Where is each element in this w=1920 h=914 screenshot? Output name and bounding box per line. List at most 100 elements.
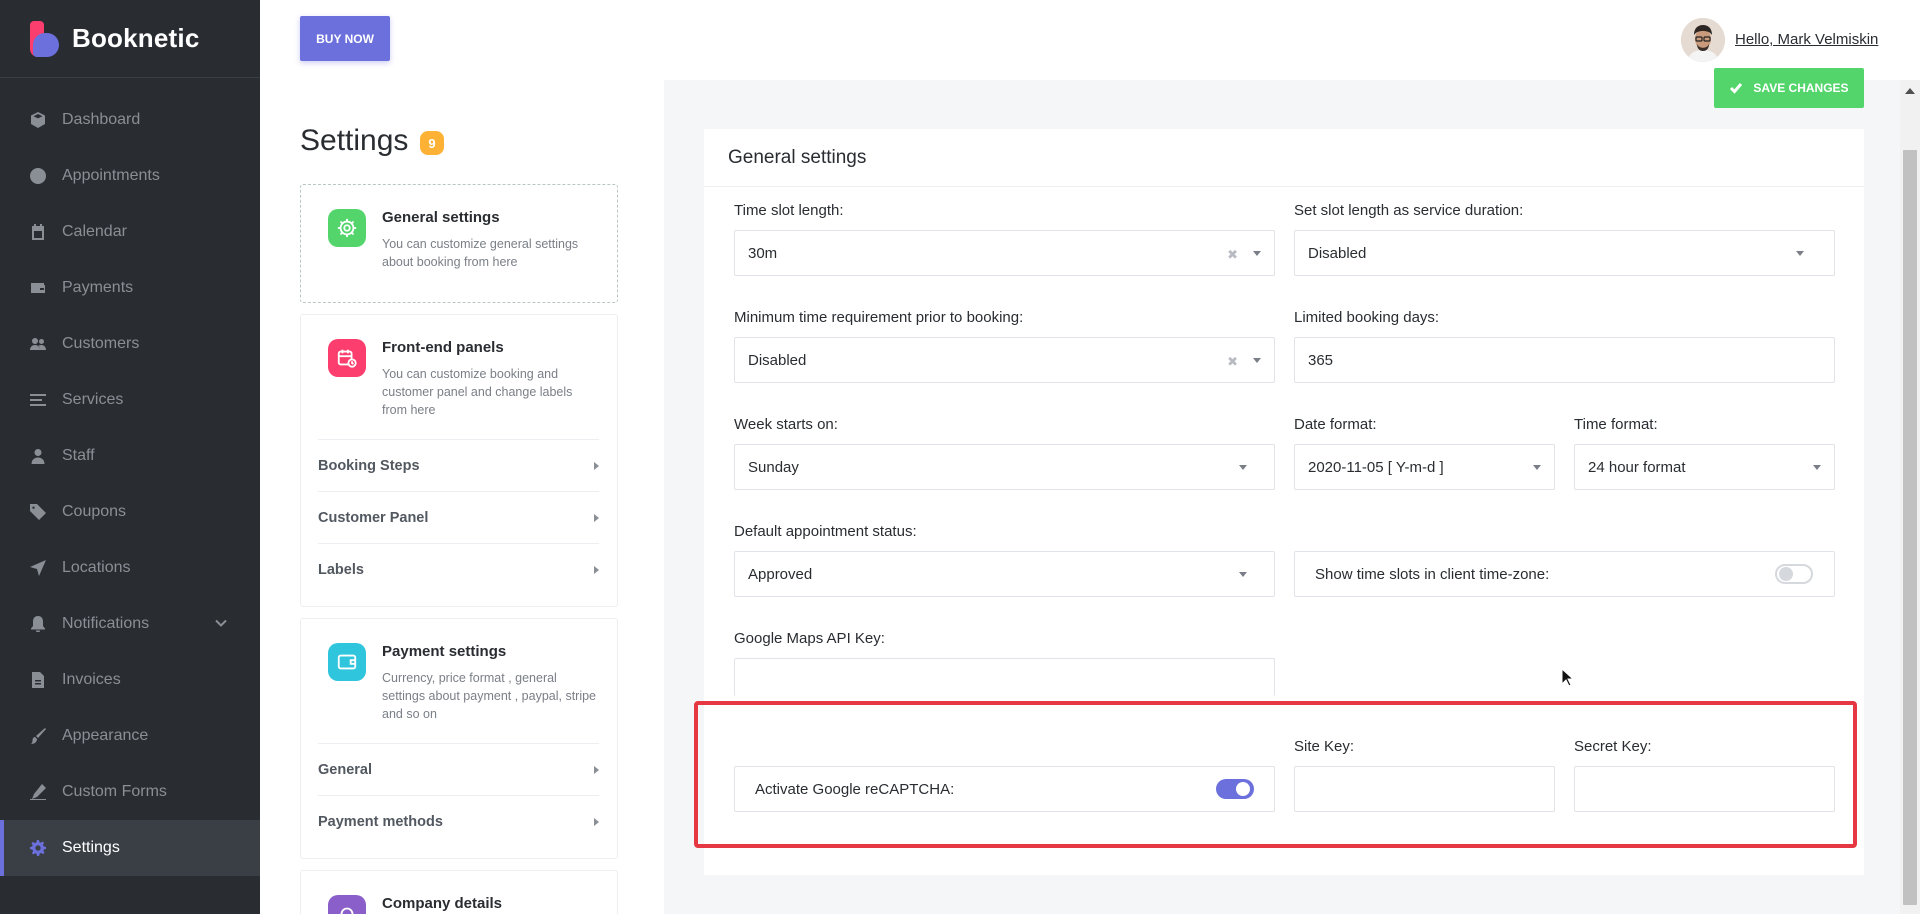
highlight-box [694,701,1857,848]
save-changes-button[interactable]: SAVE CHANGES [1714,68,1864,108]
list-icon [30,394,46,406]
sidebar-item-locations[interactable]: Locations [0,540,260,596]
time-format-select[interactable]: 24 hour format [1574,444,1835,490]
sidebar-item-dashboard[interactable]: Dashboard [0,92,260,148]
card-header[interactable]: Front-end panels You can customize booki… [301,315,617,439]
sidebar: Booknetic Dashboard Appointments Calenda… [0,0,260,914]
min-time-label: Minimum time requirement prior to bookin… [734,309,1024,326]
caret-down-icon [1813,465,1821,470]
sidebar-item-appearance[interactable]: Appearance [0,708,260,764]
card-title: Front-end panels [382,339,504,356]
clock-icon [30,168,46,184]
sidebar-item-label: Staff [62,447,95,464]
submenu-payment-methods[interactable]: Payment methods [318,795,599,847]
select-value: Sunday [748,458,799,476]
sidebar-item-label: Appearance [62,727,149,744]
select-value: Disabled [1308,244,1367,262]
date-format-select[interactable]: 2020-11-05 [ Y-m-d ] [1294,444,1555,490]
submenu-label: Labels [318,561,364,578]
sidebar-item-label: Settings [62,839,120,856]
caret-down-icon [1239,572,1247,577]
brand-name: Booknetic [72,23,200,53]
date-format-label: Date format: [1294,416,1377,433]
card-title: General settings [382,209,500,226]
caret-right-icon [594,765,599,774]
topbar: BUY NOW Hello, Mark Velmiskin [260,0,1920,80]
sidebar-item-coupons[interactable]: Coupons [0,484,260,540]
caret-right-icon [594,565,599,574]
card-title: Company details [382,895,503,912]
user-icon [31,449,45,464]
sidebar-item-settings[interactable]: Settings [0,820,260,876]
select-value: 2020-11-05 [ Y-m-d ] [1308,458,1444,476]
time-slot-length-select[interactable]: 30m ✖ [734,230,1275,276]
sidebar-item-customers[interactable]: Customers [0,316,260,372]
client-timezone-label: Show time slots in client time-zone: [1315,565,1550,583]
settings-card-company-details[interactable]: Company details [300,870,618,914]
clear-icon[interactable]: ✖ [1227,247,1238,263]
user-greeting-link[interactable]: Hello, Mark Velmiskin [1735,31,1878,48]
submenu-general[interactable]: General [318,743,599,795]
settings-card-general[interactable]: General settings You can customize gener… [300,184,618,303]
avatar[interactable] [1681,18,1725,62]
week-start-select[interactable]: Sunday [734,444,1275,490]
slot-as-service-select[interactable]: Disabled [1294,230,1835,276]
sidebar-item-custom-forms[interactable]: Custom Forms [0,764,260,820]
clear-icon[interactable]: ✖ [1227,354,1238,370]
client-timezone-row: Show time slots in client time-zone: [1294,551,1835,597]
default-status-select[interactable]: Approved [734,551,1275,597]
buy-now-button[interactable]: BUY NOW [300,16,390,61]
settings-card-front-end-panels: Front-end panels You can customize booki… [300,314,618,607]
pen-icon [30,784,46,800]
sidebar-item-label: Invoices [62,671,121,688]
maps-key-input[interactable] [734,658,1275,696]
scroll-up-arrow-icon[interactable] [1905,88,1915,94]
sidebar-item-label: Payments [62,279,134,296]
card-description: You can customize general settings about… [382,237,579,269]
submenu-customer-panel[interactable]: Customer Panel [318,491,599,543]
sidebar-item-appointments[interactable]: Appointments [0,148,260,204]
select-value: 30m [748,244,778,262]
brand[interactable]: Booknetic [0,0,260,78]
company-icon [328,895,366,914]
time-slot-length-label: Time slot length: [734,202,844,219]
sidebar-item-notifications[interactable]: Notifications [0,596,260,652]
sidebar-item-payments[interactable]: Payments [0,260,260,316]
cube-icon [31,112,45,128]
booknetic-logo-icon [30,20,60,57]
submenu-labels[interactable]: Labels [318,543,599,595]
calendar-clock-icon [328,339,366,377]
client-timezone-toggle[interactable] [1775,564,1813,584]
limited-days-label: Limited booking days: [1294,309,1440,326]
select-value: Disabled [748,351,807,369]
sidebar-item-label: Custom Forms [62,783,167,800]
submenu-booking-steps[interactable]: Booking Steps [318,439,599,491]
input-value: 365 [1308,351,1334,369]
submenu-label: General [318,761,372,778]
settings-card-payment-settings: Payment settings Currency, price format … [300,618,618,859]
chevron-down-icon[interactable] [214,616,228,630]
check-icon [1730,83,1743,94]
scrollbar[interactable] [1900,80,1920,914]
mouse-cursor-icon [1561,668,1575,687]
sidebar-nav: Dashboard Appointments Calendar Payments… [0,78,260,876]
sidebar-item-calendar[interactable]: Calendar [0,204,260,260]
sidebar-item-label: Services [62,391,124,408]
min-time-select[interactable]: Disabled ✖ [734,337,1275,383]
sidebar-item-label: Appointments [62,167,160,184]
maps-key-label: Google Maps API Key: [734,630,885,647]
sidebar-item-label: Calendar [62,223,127,240]
page-title: Settings [300,124,409,157]
sidebar-item-services[interactable]: Services [0,372,260,428]
sidebar-item-label: Dashboard [62,111,141,128]
card-header[interactable]: Payment settings Currency, price format … [301,619,617,743]
sidebar-item-label: Coupons [62,503,127,520]
users-icon [30,338,46,350]
sidebar-item-invoices[interactable]: Invoices [0,652,260,708]
sidebar-item-staff[interactable]: Staff [0,428,260,484]
gear-icon [328,209,366,247]
scrollbar-thumb[interactable] [1903,150,1917,905]
wallet-icon [328,643,366,681]
bell-icon [31,616,45,632]
limited-days-input[interactable]: 365 [1294,337,1835,383]
